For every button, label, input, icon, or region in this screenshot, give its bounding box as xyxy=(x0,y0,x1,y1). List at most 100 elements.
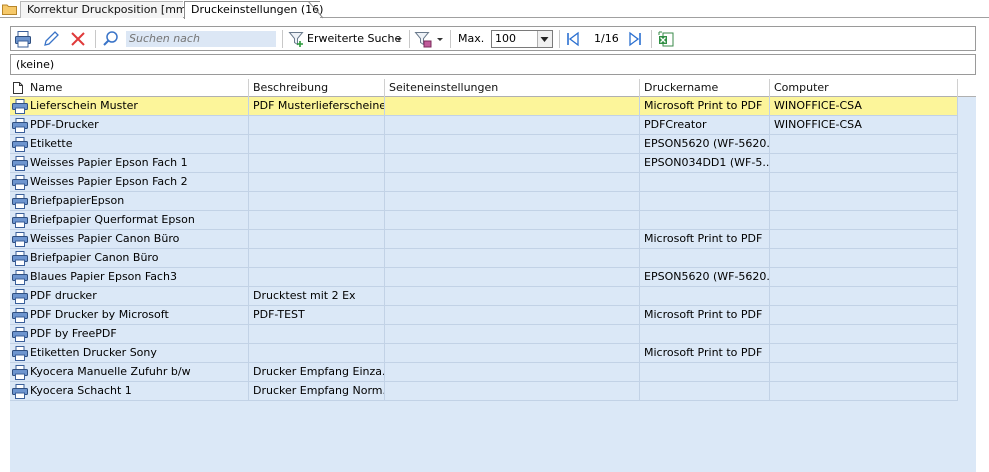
cell-seiteneinstellungen xyxy=(385,268,640,287)
tab-druckeinstellungen[interactable]: Druckeinstellungen (16) xyxy=(184,1,323,19)
cell-beschreibung: Drucker Empfang Einza... xyxy=(249,363,385,382)
excel-export-icon[interactable] xyxy=(657,30,675,48)
tab-korrektur-druckposition[interactable]: Korrektur Druckposition [mm] xyxy=(20,1,191,18)
grid-header: Name Beschreibung Seiteneinstellungen Dr… xyxy=(10,79,976,97)
table-row[interactable]: Kyocera Manuelle Zufuhr b/w Drucker Empfa… xyxy=(10,363,958,382)
cell-druckername xyxy=(640,173,770,192)
cell-name: Weisses Papier Epson Fach 1 xyxy=(26,154,249,173)
table-row[interactable]: Weisses Papier Epson Fach 2 xyxy=(10,173,958,192)
toolbar-separator xyxy=(559,30,560,48)
cell-computer xyxy=(770,382,958,401)
cell-seiteneinstellungen xyxy=(385,211,640,230)
search-icon[interactable] xyxy=(102,30,120,48)
cell-beschreibung xyxy=(249,211,385,230)
first-page-icon[interactable] xyxy=(565,30,581,48)
cell-beschreibung: PDF Musterlieferscheine xyxy=(249,97,385,116)
filter-clear-icon[interactable] xyxy=(414,30,432,48)
cell-druckername: EPSON5620 (WF-5620... xyxy=(640,135,770,154)
table-row[interactable]: BriefpapierEpson xyxy=(10,192,958,211)
max-results-select[interactable]: 100 xyxy=(491,30,553,48)
toolbar-separator xyxy=(409,30,410,48)
cell-seiteneinstellungen xyxy=(385,344,640,363)
cell-computer xyxy=(770,211,958,230)
cell-druckername xyxy=(640,249,770,268)
table-row[interactable]: Weisses Papier Canon Büro Microsoft Print… xyxy=(10,230,958,249)
table-row[interactable]: Blaues Papier Epson Fach3 EPSON5620 (WF-5… xyxy=(10,268,958,287)
cell-name: Weisses Papier Canon Büro xyxy=(26,230,249,249)
print-icon[interactable] xyxy=(14,30,32,48)
cell-computer xyxy=(770,192,958,211)
chevron-down-icon[interactable] xyxy=(395,30,403,48)
cell-name: Briefpapier Querformat Epson xyxy=(26,211,249,230)
tab-strip: Korrektur Druckposition [mm] Druckeinste… xyxy=(0,0,989,19)
folder-icon xyxy=(2,4,17,15)
cell-seiteneinstellungen xyxy=(385,249,640,268)
cell-name: Kyocera Schacht 1 xyxy=(26,382,249,401)
cell-seiteneinstellungen xyxy=(385,306,640,325)
cell-druckername xyxy=(640,192,770,211)
printer-settings-grid: Name Beschreibung Seiteneinstellungen Dr… xyxy=(10,79,976,472)
table-row[interactable]: Kyocera Schacht 1 Drucker Empfang Norm... xyxy=(10,382,958,401)
new-document-icon[interactable] xyxy=(13,82,23,94)
column-header-druckername[interactable]: Druckername xyxy=(640,79,770,97)
last-page-icon[interactable] xyxy=(627,30,643,48)
toolbar-separator xyxy=(282,30,283,48)
cell-beschreibung: Drucker Empfang Norm... xyxy=(249,382,385,401)
cell-seiteneinstellungen xyxy=(385,135,640,154)
cell-seiteneinstellungen xyxy=(385,230,640,249)
chevron-down-icon[interactable] xyxy=(436,30,444,48)
cell-seiteneinstellungen xyxy=(385,173,640,192)
cell-druckername xyxy=(640,287,770,306)
column-header-computer[interactable]: Computer xyxy=(770,79,958,97)
filter-icon[interactable] xyxy=(288,30,306,48)
table-row[interactable]: Etiketten Drucker Sony Microsoft Print to… xyxy=(10,344,958,363)
table-row[interactable]: Weisses Papier Epson Fach 1 EPSON034DD1 (… xyxy=(10,154,958,173)
cell-name: Etikette xyxy=(26,135,249,154)
column-header-seiteneinstellungen[interactable]: Seiteneinstellungen xyxy=(385,79,640,97)
cell-druckername: Microsoft Print to PDF xyxy=(640,230,770,249)
cell-seiteneinstellungen xyxy=(385,192,640,211)
cell-beschreibung xyxy=(249,325,385,344)
cell-druckername: EPSON034DD1 (WF-5... xyxy=(640,154,770,173)
table-row[interactable]: PDF Drucker by Microsoft PDF-TEST Microsof… xyxy=(10,306,958,325)
cell-name: Briefpapier Canon Büro xyxy=(26,249,249,268)
cell-druckername xyxy=(640,211,770,230)
max-results-dropdown-button[interactable] xyxy=(537,31,552,47)
cell-druckername xyxy=(640,382,770,401)
cell-name: PDF Drucker by Microsoft xyxy=(26,306,249,325)
table-row[interactable]: Etikette EPSON5620 (WF-5620... xyxy=(10,135,958,154)
table-row[interactable]: PDF by FreePDF xyxy=(10,325,958,344)
cell-seiteneinstellungen xyxy=(385,116,640,135)
table-row[interactable]: Briefpapier Querformat Epson xyxy=(10,211,958,230)
cell-computer: WINOFFICE-CSA xyxy=(770,97,958,116)
cell-beschreibung xyxy=(249,135,385,154)
table-row[interactable]: PDF-Drucker PDFCreator WINOFFICE-CSA xyxy=(10,116,958,135)
cell-name: Blaues Papier Epson Fach3 xyxy=(26,268,249,287)
cell-druckername: EPSON5620 (WF-5620... xyxy=(640,268,770,287)
column-header-name[interactable]: Name xyxy=(26,79,249,97)
cell-name: PDF by FreePDF xyxy=(26,325,249,344)
max-results-value: 100 xyxy=(495,32,516,45)
table-row[interactable]: Lieferschein Muster PDF Musterlieferschei… xyxy=(10,97,958,116)
cell-computer xyxy=(770,287,958,306)
edit-icon[interactable] xyxy=(42,30,60,48)
column-header-beschreibung[interactable]: Beschreibung xyxy=(249,79,385,97)
cell-druckername: Microsoft Print to PDF xyxy=(640,306,770,325)
cell-druckername: PDFCreator xyxy=(640,116,770,135)
cell-computer xyxy=(770,344,958,363)
cell-computer xyxy=(770,230,958,249)
toolbar-separator xyxy=(450,30,451,48)
cell-name: Kyocera Manuelle Zufuhr b/w xyxy=(26,363,249,382)
advanced-search-label[interactable]: Erweiterte Suche xyxy=(307,32,401,46)
cell-computer xyxy=(770,268,958,287)
search-input[interactable] xyxy=(126,31,276,47)
cell-computer xyxy=(770,249,958,268)
cell-beschreibung xyxy=(249,344,385,363)
cell-computer xyxy=(770,135,958,154)
delete-icon[interactable] xyxy=(69,30,87,48)
cell-name: Weisses Papier Epson Fach 2 xyxy=(26,173,249,192)
table-row[interactable]: PDF drucker Drucktest mit 2 Ex xyxy=(10,287,958,306)
table-row[interactable]: Briefpapier Canon Büro xyxy=(10,249,958,268)
cell-computer xyxy=(770,325,958,344)
cell-beschreibung: Drucktest mit 2 Ex xyxy=(249,287,385,306)
